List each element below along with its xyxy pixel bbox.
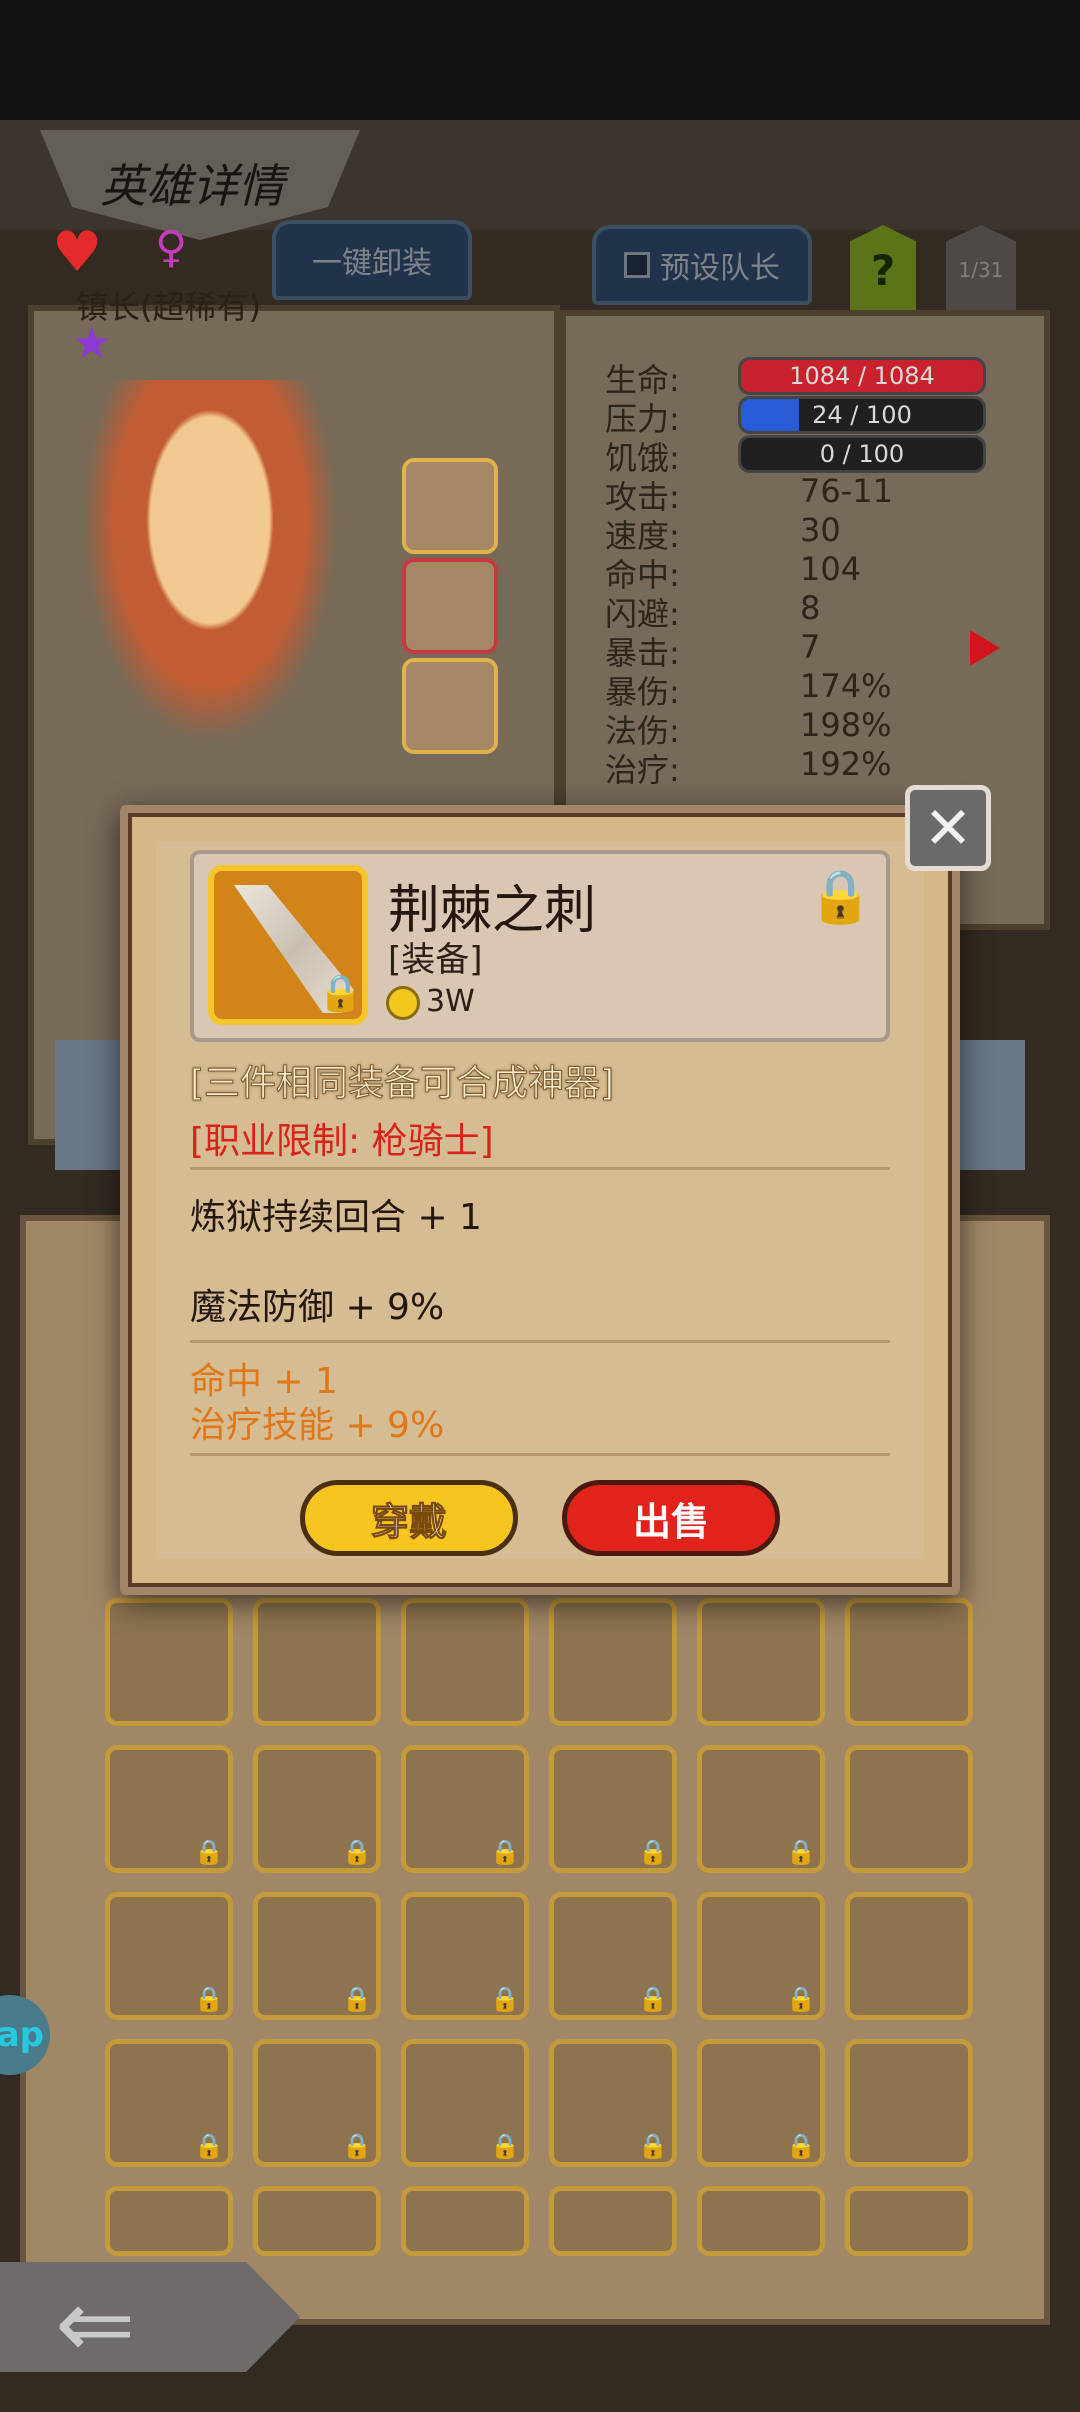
stat-value: 76-11 [800,472,893,510]
divider [190,1340,890,1343]
inventory-slot[interactable] [549,1598,677,1726]
item-attribute: 魔法防御 + 9% [190,1287,445,1328]
star-icon: ★ [72,318,112,369]
lock-icon: 🔒 [786,2132,816,2160]
preset-team-button[interactable]: 预设队长 [592,225,812,305]
stat-label: 治疗: [605,751,680,789]
female-icon: ♀ [155,222,188,273]
stat-value: 198% [800,706,892,744]
stat-value: 8 [800,589,821,627]
inventory-slot[interactable] [845,2186,973,2256]
lock-icon: 🔒 [194,2132,224,2160]
sell-button[interactable]: 出售 [562,1480,780,1556]
lock-icon: 🔒 [638,1985,668,2013]
page-counter[interactable]: 1/31 [946,225,1016,315]
back-arrow-icon: ⇐ [55,2268,136,2380]
preset-team-label: 预设队长 [660,251,780,286]
lock-icon: 🔒 [490,2132,520,2160]
equipment-slot[interactable] [402,558,498,654]
unequip-all-label: 一键卸装 [312,246,432,281]
lock-icon: 🔒 [194,1838,224,1866]
coin-icon [386,986,420,1020]
inventory-slot[interactable]: 🔒 [253,1892,381,2020]
stat-bar: 1084 / 1084 [738,357,986,395]
inventory-slot[interactable] [105,2186,233,2256]
inventory-slot[interactable] [845,1745,973,1873]
item-price: 3W [426,984,475,1019]
inventory-slot[interactable]: 🔒 [105,1892,233,2020]
class-limit: [职业限制: 枪骑士] [190,1121,494,1162]
inventory-slot[interactable]: 🔒 [697,2039,825,2167]
stat-bar-text: 24 / 100 [812,401,912,429]
inventory-slot[interactable] [845,1892,973,2020]
stat-value: 7 [800,628,821,666]
lock-icon: 🔒 [638,2132,668,2160]
inventory-slot[interactable]: 🔒 [549,1745,677,1873]
lock-icon: 🔒 [638,1838,668,1866]
stat-value: 174% [800,667,892,705]
divider [190,1453,890,1456]
lock-icon: 🔒 [342,2132,372,2160]
equipment-slot[interactable] [402,658,498,754]
inventory-slot[interactable]: 🔒 [105,2039,233,2167]
bonus-attribute: 治疗技能 + 9% [190,1405,445,1446]
lock-icon: 🔒 [342,1838,372,1866]
inventory-slot[interactable] [401,2186,529,2256]
inventory-slot[interactable] [253,1598,381,1726]
inventory-slot[interactable]: 🔒 [697,1745,825,1873]
lock-icon: 🔒 [318,973,363,1014]
help-button[interactable]: ? [850,225,916,315]
stat-value: 30 [800,511,841,549]
close-icon[interactable]: ✕ [905,785,991,871]
divider [190,1167,890,1170]
inventory-slot[interactable]: 🔒 [697,1892,825,2020]
stat-value: 104 [800,550,862,588]
synthesis-note: [三件相同装备可合成神器] [189,1063,615,1105]
lock-icon: 🔒 [342,1985,372,2013]
page-title: 英雄详情 [100,159,284,213]
stat-bar-text: 1084 / 1084 [789,362,935,390]
inventory-slot[interactable] [549,2186,677,2256]
inventory-slot[interactable]: 🔒 [253,1745,381,1873]
inventory-slot[interactable] [697,2186,825,2256]
item-attribute: 炼狱持续回合 + 1 [190,1197,482,1238]
status-bar [0,0,1080,120]
inventory-slot[interactable]: 🔒 [401,2039,529,2167]
inventory-slot[interactable] [105,1598,233,1726]
lock-icon: 🔒 [786,1838,816,1866]
equip-button[interactable]: 穿戴 [300,1480,518,1556]
stat-bar: 0 / 100 [738,435,986,473]
lock-icon: 🔒 [786,1985,816,2013]
inventory-slot[interactable] [845,2039,973,2167]
item-type: [装备] [388,940,483,980]
inventory-slot[interactable]: 🔒 [549,2039,677,2167]
heart-icon: ♥ [52,220,103,285]
inventory-slot[interactable] [401,1598,529,1726]
inventory-slot[interactable] [845,1598,973,1726]
inventory-slot[interactable]: 🔒 [253,2039,381,2167]
expand-arrow-icon[interactable] [970,630,1000,666]
stat-bar-text: 0 / 100 [819,440,905,468]
back-button[interactable] [0,2262,300,2372]
inventory-slot[interactable]: 🔒 [401,1892,529,2020]
inventory-slot[interactable]: 🔒 [401,1745,529,1873]
preset-team-checkbox[interactable] [624,252,650,278]
stat-bar-fill [741,399,800,431]
unequip-all-button[interactable]: 一键卸装 [272,220,472,300]
lock-icon: 🔒 [194,1985,224,2013]
lock-icon: 🔒 [490,1985,520,2013]
inventory-slot[interactable]: 🔒 [105,1745,233,1873]
stat-value: 192% [800,745,892,783]
hero-portrait [60,380,360,780]
stat-bar: 24 / 100 [738,396,986,434]
equipment-slot[interactable] [402,458,498,554]
inventory-slot[interactable]: 🔒 [549,1892,677,2020]
lock-toggle-icon[interactable]: 🔒 [808,866,873,927]
inventory-slot[interactable] [697,1598,825,1726]
lock-icon: 🔒 [490,1838,520,1866]
inventory-slot[interactable] [253,2186,381,2256]
